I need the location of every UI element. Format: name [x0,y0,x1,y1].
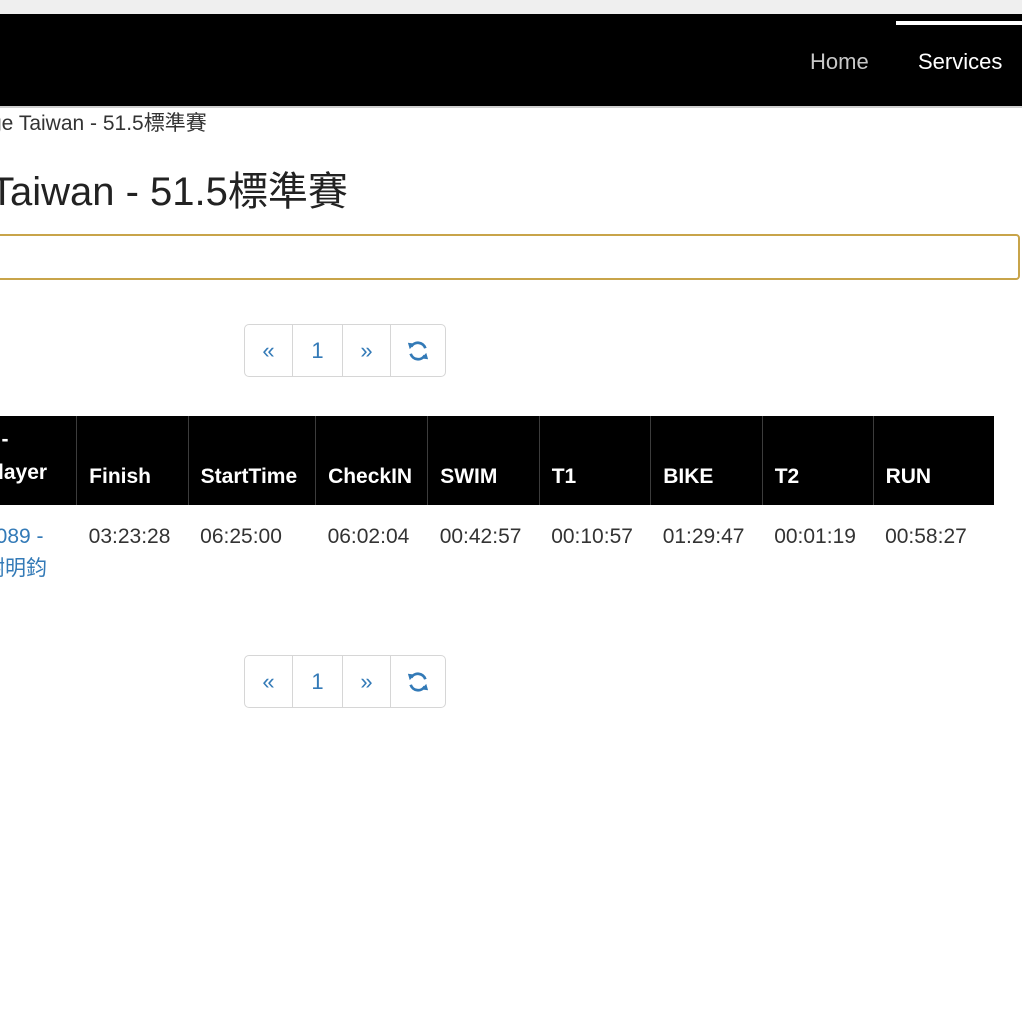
pagination-bottom: « 1 » [244,655,446,708]
nav-active-indicator [896,21,1022,25]
refresh-button[interactable] [390,325,445,376]
nav-services-link[interactable]: Services [918,48,1002,76]
header-player: # - Player [0,416,77,505]
cell-player: 2089 - 謝明鈞 [0,505,77,585]
browser-top-strip [0,0,1022,14]
next-page-button[interactable]: » [342,325,390,376]
cell-run: 00:58:27 [885,525,967,548]
player-name: 謝明鈞 [0,557,47,580]
refresh-button[interactable] [390,656,445,707]
refresh-icon [407,671,429,692]
search-input[interactable] [0,234,1020,280]
nav-home-link[interactable]: Home [810,48,869,76]
header-swim: SWIM [427,416,540,505]
cell-t1: 00:10:57 [551,525,633,548]
header-finish: Finish [76,416,189,505]
results-table: # - Player Finish StartTime CheckIN SWIM… [0,416,994,585]
cell-swim: 00:42:57 [439,525,522,548]
player-link[interactable]: 2089 - 謝明鈞 [0,521,65,585]
cell-t2: 00:01:19 [774,525,856,548]
cell-start-time: 06:25:00 [200,525,282,548]
breadcrumb: ge Taiwan - 51.5標準賽 [0,112,207,135]
page-1-button[interactable]: 1 [292,325,342,376]
header-run: RUN [872,416,994,505]
prev-page-button[interactable]: « [245,656,292,707]
pagination-top: « 1 » [244,324,446,377]
navbar-divider [0,106,1022,108]
header-t1: T1 [538,416,651,505]
header-player-name: Player [0,461,48,484]
player-number: 2089 - [0,525,44,548]
header-start-time: StartTime [187,416,316,505]
header-t2: T2 [761,416,874,505]
header-bike: BIKE [650,416,763,505]
refresh-icon [407,340,429,361]
cell-finish: 03:23:28 [88,525,171,548]
header-check-in: CheckIN [315,416,428,505]
cell-check-in: 06:02:04 [327,525,410,548]
table-header-row: # - Player Finish StartTime CheckIN SWIM… [0,416,994,505]
prev-page-button[interactable]: « [245,325,292,376]
navbar: Home Services [0,14,1022,106]
cell-bike: 01:29:47 [662,525,745,548]
page-1-button[interactable]: 1 [292,656,342,707]
next-page-button[interactable]: » [342,656,390,707]
header-player-number: # - [0,428,9,451]
page-title: Taiwan - 51.5標準賽 [0,170,348,214]
table-row: 2089 - 謝明鈞 03:23:28 06:25:00 06:02:04 00… [0,505,994,585]
